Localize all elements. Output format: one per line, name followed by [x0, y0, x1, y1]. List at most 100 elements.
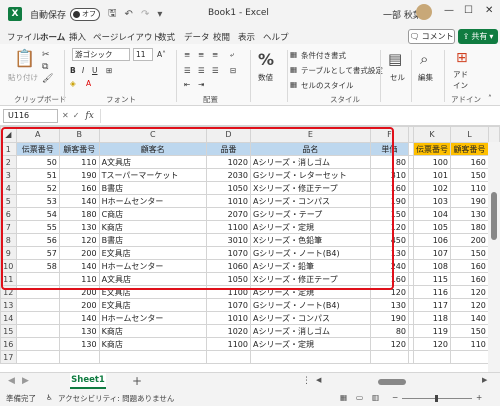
grid-cell[interactable]: Xシリーズ・色鉛筆 [249, 233, 371, 247]
grid-cell[interactable]: 107 [413, 246, 451, 260]
grid-cell[interactable]: 80 [369, 155, 410, 169]
grid-cell[interactable]: Aシリーズ・定規 [249, 220, 371, 234]
grid-cell[interactable] [15, 324, 60, 338]
grid-cell[interactable]: 200 [58, 298, 100, 312]
grid-cell[interactable]: 160 [450, 259, 489, 273]
grid-cell[interactable]: 150 [369, 207, 410, 221]
grid-cell[interactable]: 180 [58, 207, 100, 221]
grid-cell[interactable]: E文具店 [98, 285, 207, 299]
zoom-in-button[interactable]: + [476, 393, 482, 402]
grid-cell[interactable]: 1100 [205, 220, 251, 234]
grid-cell[interactable]: 190 [58, 168, 100, 182]
avatar[interactable] [416, 4, 432, 20]
grid-cell[interactable]: Aシリーズ・消しゴム [249, 324, 371, 338]
grid-cell[interactable]: 110 [450, 337, 489, 351]
grid-cell[interactable]: 58 [15, 259, 60, 273]
border-icon[interactable]: ⊞ [106, 66, 112, 75]
grid-cell[interactable] [369, 350, 410, 364]
cell-style-icon[interactable]: ▦ [290, 80, 297, 89]
row-header[interactable]: 17 [0, 350, 17, 364]
grid-cell[interactable] [15, 337, 60, 351]
grid-cell[interactable]: 顧客名 [98, 142, 207, 156]
grid-cell[interactable]: Aシリーズ・定規 [249, 337, 371, 351]
grid-cell[interactable]: 110 [58, 155, 100, 169]
grid-cell[interactable]: 130 [369, 246, 410, 260]
fill-color-icon[interactable]: ◈ [70, 79, 76, 88]
accessibility-status[interactable]: アクセシビリティ: 問題ありません [58, 393, 174, 404]
wrap-text-icon[interactable]: ⤶ [230, 50, 234, 60]
grid-cell[interactable] [249, 350, 371, 364]
grid-cell[interactable]: 200 [58, 285, 100, 299]
comment-button[interactable]: 🗨 コメント [408, 29, 455, 44]
grid-cell[interactable]: 110 [450, 181, 489, 195]
copy-icon[interactable]: ⧉ [42, 62, 48, 72]
search-icon[interactable]: ⌕ [420, 50, 428, 68]
grid-cell[interactable]: 117 [413, 298, 451, 312]
increase-font-icon[interactable]: A˄ [157, 50, 166, 59]
outdent-icon[interactable]: ⇤ [184, 80, 190, 89]
cell-style-button[interactable]: セルのスタイル [301, 80, 354, 91]
grid-cell[interactable]: Aシリーズ・コンパス [249, 194, 371, 208]
name-box[interactable]: U116 [3, 108, 58, 123]
conditional-format-icon[interactable]: ▦ [290, 50, 297, 59]
grid-cell[interactable]: 伝票番号 [413, 142, 451, 156]
grid-cell[interactable]: 130 [450, 207, 489, 221]
grid-cell[interactable]: B書店 [98, 181, 207, 195]
grid-cell[interactable]: B書店 [98, 233, 207, 247]
grid-cell[interactable]: 1070 [205, 246, 251, 260]
grid-cell[interactable]: 120 [450, 298, 489, 312]
column-header[interactable]: L [450, 126, 489, 143]
grid-cell[interactable] [413, 350, 451, 364]
grid-cell[interactable]: Aシリーズ・コンパス [249, 311, 371, 325]
grid-cell[interactable] [58, 350, 100, 364]
zoom-slider[interactable] [402, 395, 472, 402]
grid-cell[interactable]: 120 [369, 220, 410, 234]
grid-cell[interactable]: Gシリーズ・ノート(B4) [249, 298, 371, 312]
grid-cell[interactable]: 顧客番号 [450, 142, 489, 156]
grid-cell[interactable] [205, 350, 251, 364]
column-header[interactable]: K [413, 126, 451, 143]
column-header[interactable]: B [58, 126, 100, 143]
grid-cell[interactable]: 100 [413, 155, 451, 169]
maximize-button[interactable]: ☐ [464, 5, 473, 16]
grid-cell[interactable]: 1020 [205, 155, 251, 169]
grid-cell[interactable] [15, 298, 60, 312]
grid-cell[interactable]: 200 [450, 233, 489, 247]
more-options-icon[interactable]: ⋮ [302, 376, 311, 386]
vertical-scroll-thumb[interactable] [491, 192, 497, 240]
grid-cell[interactable]: 1100 [205, 285, 251, 299]
grid-cell[interactable]: 150 [450, 324, 489, 338]
tab-review[interactable]: 校閲 [213, 31, 230, 43]
font-size-select[interactable]: 11 [133, 48, 153, 61]
grid-cell[interactable]: 130 [58, 337, 100, 351]
prev-sheet-icon[interactable]: ◀ [8, 376, 15, 386]
grid-cell[interactable]: 130 [58, 324, 100, 338]
grid-cell[interactable] [15, 285, 60, 299]
align-middle-icon[interactable]: ≡ [198, 50, 204, 59]
scroll-left-icon[interactable]: ◀ [316, 376, 321, 384]
grid-cell[interactable]: Aシリーズ・鉛筆 [249, 259, 371, 273]
grid-cell[interactable]: 103 [413, 194, 451, 208]
cells-icon[interactable]: ▤ [388, 50, 402, 68]
autosave-toggle[interactable]: オフ [70, 7, 101, 21]
row-header[interactable]: 14 [0, 311, 17, 325]
tab-help[interactable]: ヘルプ [263, 31, 289, 43]
grid-cell[interactable]: 1050 [205, 181, 251, 195]
grid-cell[interactable] [450, 350, 489, 364]
grid-cell[interactable]: 102 [413, 181, 451, 195]
page-layout-view-icon[interactable]: ▭ [356, 393, 363, 402]
grid-cell[interactable] [15, 350, 60, 364]
align-right-icon[interactable]: ☰ [212, 66, 219, 75]
table-format-icon[interactable]: ▦ [290, 65, 297, 74]
grid-cell[interactable]: 伝票番号 [15, 142, 60, 156]
grid-cell[interactable]: K商店 [98, 324, 207, 338]
scroll-right-icon[interactable]: ▶ [482, 376, 487, 384]
grid-cell[interactable]: 140 [58, 259, 100, 273]
grid-cell[interactable]: 品番 [205, 142, 251, 156]
grid-cell[interactable]: 240 [369, 259, 410, 273]
merge-icon[interactable]: ⊟ [230, 66, 236, 75]
row-header[interactable]: 8 [0, 233, 17, 247]
grid-cell[interactable]: K商店 [98, 220, 207, 234]
grid-cell[interactable]: 55 [15, 220, 60, 234]
conditional-format-button[interactable]: 条件付き書式 [301, 50, 346, 61]
